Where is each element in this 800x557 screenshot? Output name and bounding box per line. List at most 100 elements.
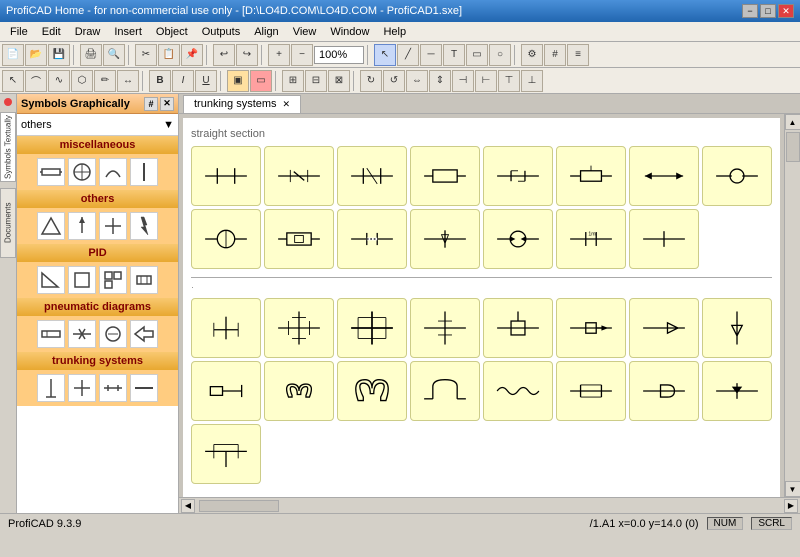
sym-item[interactable]: [37, 212, 65, 240]
sym-item[interactable]: [99, 374, 127, 402]
sym-item[interactable]: [68, 320, 96, 348]
canvas-sym-4[interactable]: [410, 146, 480, 206]
menu-outputs[interactable]: Outputs: [196, 24, 247, 40]
dim-button[interactable]: ↔: [117, 70, 139, 92]
sym-item[interactable]: [68, 212, 96, 240]
redo-button[interactable]: ↪: [236, 44, 258, 66]
menu-align[interactable]: Align: [248, 24, 284, 40]
canvas-sym-r4-7[interactable]: [629, 361, 699, 421]
font-bold[interactable]: B: [149, 70, 171, 92]
snap-button[interactable]: ⊞: [282, 70, 304, 92]
category-pneumatic[interactable]: pneumatic diagrams: [17, 298, 178, 316]
menu-file[interactable]: File: [4, 24, 34, 40]
canvas-sym-8[interactable]: [702, 146, 772, 206]
canvas-sym-r2-1[interactable]: [191, 209, 261, 269]
new-button[interactable]: 📄: [2, 44, 24, 66]
select-button[interactable]: ↖: [374, 44, 396, 66]
align-left-button[interactable]: ⊣: [452, 70, 474, 92]
rect-button[interactable]: ▭: [466, 44, 488, 66]
print-button[interactable]: 🖨: [80, 44, 102, 66]
minimize-button[interactable]: −: [742, 4, 758, 18]
zoom-level[interactable]: 100%: [314, 46, 364, 64]
flip-v-button[interactable]: ⇕: [429, 70, 451, 92]
ungroup-button[interactable]: ⊠: [328, 70, 350, 92]
canvas-sym-r2-2[interactable]: [264, 209, 334, 269]
canvas-sym-r2-7[interactable]: [629, 209, 699, 269]
canvas-sym-r4-3[interactable]: [337, 361, 407, 421]
category-dropdown[interactable]: others ▼: [17, 114, 178, 136]
scroll-thumb[interactable]: [786, 132, 800, 162]
canvas-sym-r2-4[interactable]: [410, 209, 480, 269]
color-line-button[interactable]: ▭: [250, 70, 272, 92]
bezier-button[interactable]: ∿: [48, 70, 70, 92]
scroll-right-button[interactable]: ▶: [784, 499, 798, 513]
category-pid[interactable]: PID: [17, 244, 178, 262]
canvas-sym-r4-8[interactable]: [702, 361, 772, 421]
canvas-sym-r4-5[interactable]: [483, 361, 553, 421]
sym-item[interactable]: [37, 320, 65, 348]
canvas-sym-r3-5[interactable]: [483, 298, 553, 358]
canvas-sym-r3-8[interactable]: [702, 298, 772, 358]
sym-item[interactable]: [99, 158, 127, 186]
sym-item[interactable]: [37, 158, 65, 186]
sym-item[interactable]: [37, 266, 65, 294]
canvas-sym-6[interactable]: [556, 146, 626, 206]
menu-view[interactable]: View: [287, 24, 323, 40]
pen-button[interactable]: ✏: [94, 70, 116, 92]
canvas-sym-r3-4[interactable]: [410, 298, 480, 358]
tab-documents[interactable]: Documents: [0, 188, 16, 258]
scroll-down-button[interactable]: ▼: [785, 481, 800, 497]
text-button[interactable]: T: [443, 44, 465, 66]
rotate-ccw-button[interactable]: ↺: [383, 70, 405, 92]
sym-item[interactable]: [99, 320, 127, 348]
font-italic[interactable]: I: [172, 70, 194, 92]
menu-insert[interactable]: Insert: [108, 24, 148, 40]
canvas-sym-r3-1[interactable]: [191, 298, 261, 358]
symbols-pin-button[interactable]: #: [144, 97, 158, 111]
align-right-button[interactable]: ⊢: [475, 70, 497, 92]
print-preview-button[interactable]: 🔍: [103, 44, 125, 66]
cut-button[interactable]: ✂: [135, 44, 157, 66]
curve-button[interactable]: ⌒: [25, 70, 47, 92]
undo-button[interactable]: ↩: [213, 44, 235, 66]
maximize-button[interactable]: □: [760, 4, 776, 18]
canvas-sym-r5-1[interactable]: [191, 424, 261, 484]
canvas-sym-3[interactable]: [337, 146, 407, 206]
sym-item[interactable]: [130, 158, 158, 186]
open-button[interactable]: 📂: [25, 44, 47, 66]
grid-button[interactable]: #: [544, 44, 566, 66]
netlist-button[interactable]: ≡: [567, 44, 589, 66]
sym-item[interactable]: [130, 266, 158, 294]
scroll-thumb-h[interactable]: [199, 500, 279, 512]
canvas-sym-r3-6[interactable]: [556, 298, 626, 358]
sym-item[interactable]: [37, 374, 65, 402]
rotate-cw-button[interactable]: ↻: [360, 70, 382, 92]
group-button[interactable]: ⊟: [305, 70, 327, 92]
canvas-sym-1[interactable]: [191, 146, 261, 206]
align-bottom-button[interactable]: ⊥: [521, 70, 543, 92]
category-miscellaneous[interactable]: miscellaneous: [17, 136, 178, 154]
close-button[interactable]: ✕: [778, 4, 794, 18]
menu-edit[interactable]: Edit: [36, 24, 67, 40]
sym-item[interactable]: [130, 320, 158, 348]
canvas-sym-r4-1[interactable]: [191, 361, 261, 421]
category-trunking[interactable]: trunking systems: [17, 352, 178, 370]
line-button[interactable]: ─: [420, 44, 442, 66]
font-underline[interactable]: U: [195, 70, 217, 92]
sym-item[interactable]: [68, 266, 96, 294]
wire-button[interactable]: ╱: [397, 44, 419, 66]
menu-help[interactable]: Help: [377, 24, 412, 40]
properties-button[interactable]: ⚙: [521, 44, 543, 66]
zoom-out-button[interactable]: −: [291, 44, 313, 66]
poly-button[interactable]: ⬡: [71, 70, 93, 92]
canvas-sym-r2-6[interactable]: 1m: [556, 209, 626, 269]
sym-item[interactable]: [130, 212, 158, 240]
canvas-sym-5[interactable]: [483, 146, 553, 206]
sym-item[interactable]: [68, 374, 96, 402]
copy-button[interactable]: 📋: [158, 44, 180, 66]
color-fill-button[interactable]: ▣: [227, 70, 249, 92]
align-top-button[interactable]: ⊤: [498, 70, 520, 92]
arrow-button[interactable]: ↖: [2, 70, 24, 92]
canvas-tab-trunking[interactable]: trunking systems ✕: [183, 95, 301, 113]
category-others[interactable]: others: [17, 190, 178, 208]
